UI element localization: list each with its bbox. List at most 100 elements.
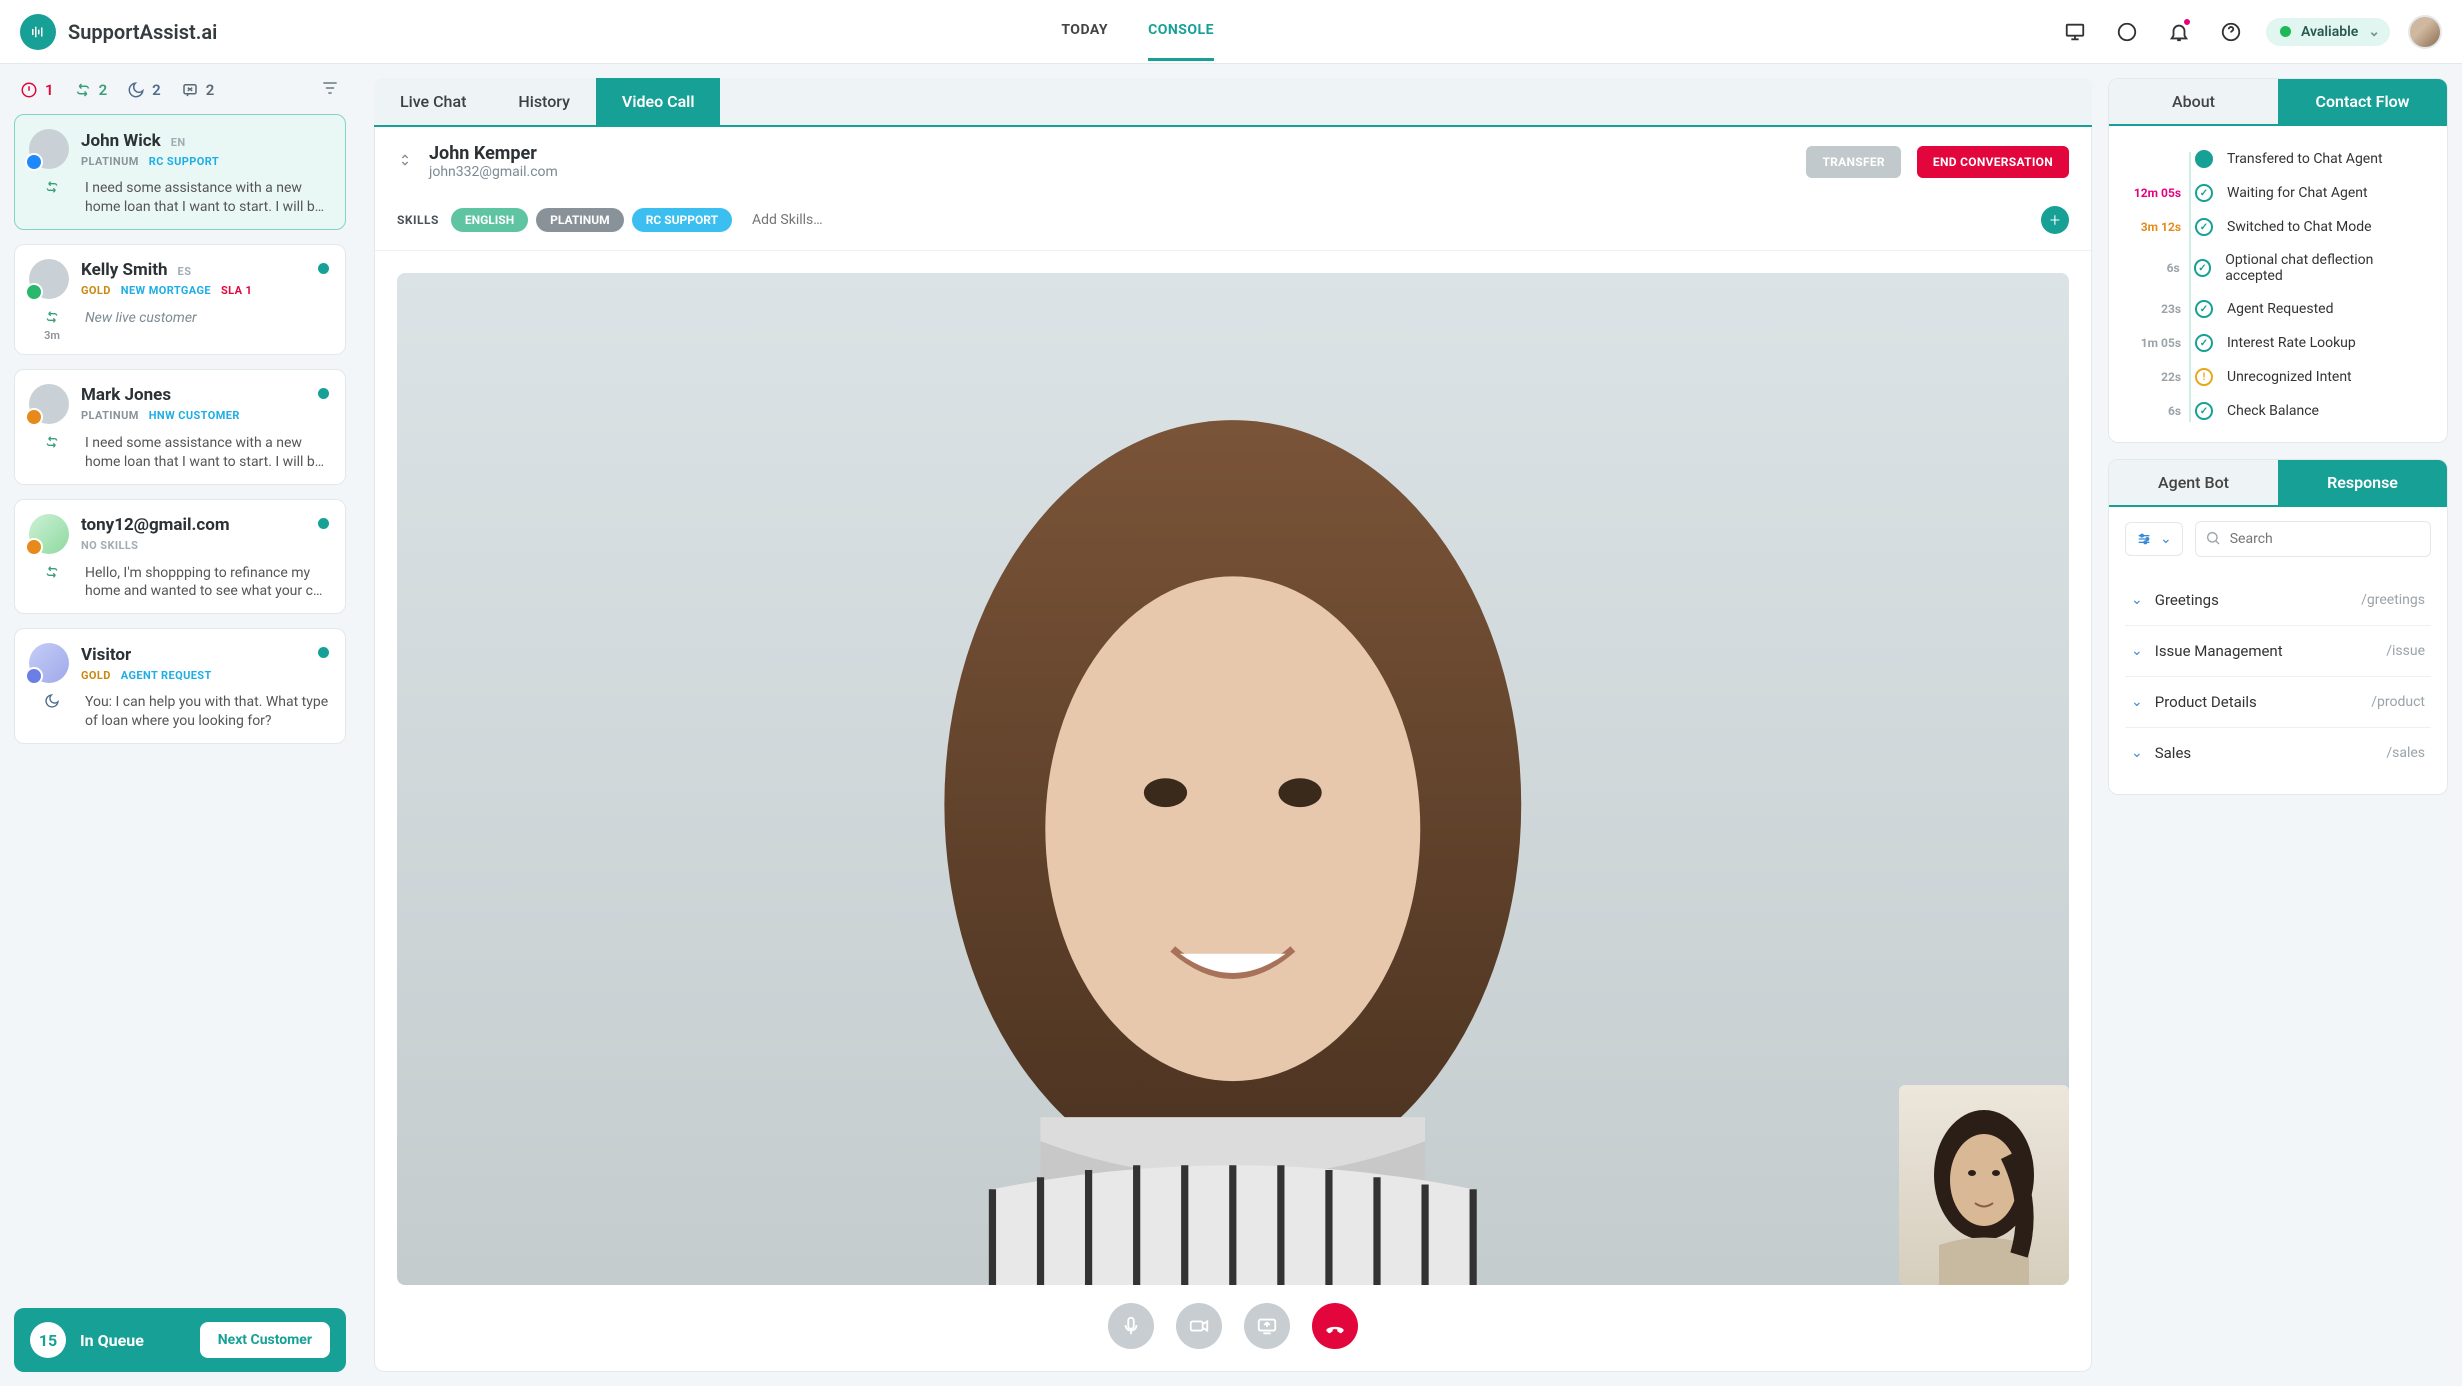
call-controls xyxy=(397,1303,2069,1349)
center-panel: Live Chat History Video Call John Kemper… xyxy=(374,78,2092,1372)
tab-response[interactable]: Response xyxy=(2278,460,2447,505)
tab-history[interactable]: History xyxy=(492,78,596,125)
contact-name: tony12@gmail.com xyxy=(81,515,230,535)
camera-button[interactable] xyxy=(1176,1303,1222,1349)
sidebar: 1 2 2 2 John WickEN PLATINUMRC SUPPORT I… xyxy=(0,64,360,1386)
filter-alert[interactable]: 1 xyxy=(20,81,54,99)
sidebar-filters: 1 2 2 2 xyxy=(14,78,346,114)
skills-row: SKILLS ENGLISHPLATINUMRC SUPPORT + xyxy=(375,196,2091,251)
skill-chip[interactable]: ENGLISH xyxy=(451,208,528,232)
unread-dot-icon xyxy=(318,263,329,274)
tag: NO SKILLS xyxy=(81,539,138,552)
chevron-down-icon: ⌄ xyxy=(2131,592,2143,608)
flow-dot-icon xyxy=(2195,368,2213,386)
transfer-button[interactable]: TRANSFER xyxy=(1806,146,1900,178)
main: Live Chat History Video Call John Kemper… xyxy=(360,64,2462,1386)
tag: HNW CUSTOMER xyxy=(149,409,240,422)
contact-name: John Kemper xyxy=(429,143,1790,164)
flow-item: 1m 05s Interest Rate Lookup xyxy=(2127,326,2429,360)
center-tabs: Live Chat History Video Call xyxy=(374,78,2092,127)
response-name: Product Details xyxy=(2155,693,2360,711)
response-item[interactable]: ⌄ Product Details /product xyxy=(2125,676,2431,727)
hangup-button[interactable] xyxy=(1312,1303,1358,1349)
video-main[interactable] xyxy=(397,273,2069,1285)
skill-chip[interactable]: PLATINUM xyxy=(536,208,624,232)
chevron-down-icon: ⌄ xyxy=(2368,24,2380,40)
contact-card[interactable]: Kelly SmithES GOLDNEW MORTGAGESLA 1 3m N… xyxy=(14,244,346,355)
filter-moon-count: 2 xyxy=(152,81,161,99)
expand-collapse-icon[interactable] xyxy=(397,150,413,174)
skill-chip[interactable]: RC SUPPORT xyxy=(632,208,732,232)
queue-label: In Queue xyxy=(80,1331,186,1350)
add-skill-button[interactable]: + xyxy=(2041,206,2069,234)
flow-dot-icon xyxy=(2194,259,2212,277)
flow-item: Transfered to Chat Agent xyxy=(2127,142,2429,176)
availability-selector[interactable]: Avaliable ⌄ xyxy=(2266,18,2390,46)
end-conversation-button[interactable]: END CONVERSATION xyxy=(1917,146,2069,178)
response-name: Greetings xyxy=(2155,591,2349,609)
contact-name: Kelly Smith xyxy=(81,260,168,280)
self-video-pip[interactable] xyxy=(1899,1085,2069,1285)
response-item[interactable]: ⌄ Sales /sales xyxy=(2125,727,2431,778)
contact-preview: New live customer xyxy=(85,309,331,342)
contact-card[interactable]: Visitor GOLDAGENT REQUEST You: I can hel… xyxy=(14,628,346,744)
flow-item: 22s Unrecognized Intent xyxy=(2127,360,2429,394)
filter-loop-count: 2 xyxy=(99,81,108,99)
contact-card[interactable]: John WickEN PLATINUMRC SUPPORT I need so… xyxy=(14,114,346,230)
next-customer-button[interactable]: Next Customer xyxy=(200,1322,330,1358)
flow-time: 6s xyxy=(2127,261,2180,275)
filter-loop[interactable]: 2 xyxy=(74,81,108,99)
add-skill-input[interactable] xyxy=(752,212,2029,228)
flow-label: Check Balance xyxy=(2227,403,2319,419)
contact-card[interactable]: tony12@gmail.com NO SKILLS Hello, I'm sh… xyxy=(14,499,346,615)
filter-x[interactable]: 2 xyxy=(181,81,215,99)
response-filter-button[interactable]: ⌄ xyxy=(2125,522,2183,556)
flow-time: 6s xyxy=(2127,404,2181,418)
mute-button[interactable] xyxy=(1108,1303,1154,1349)
tag: PLATINUM xyxy=(81,155,139,168)
flow-dot-icon xyxy=(2195,150,2213,168)
brand: SupportAssist.ai xyxy=(20,14,217,50)
response-item[interactable]: ⌄ Greetings /greetings xyxy=(2125,575,2431,625)
tab-contact-flow[interactable]: Contact Flow xyxy=(2278,79,2447,124)
contact-tags: NO SKILLS xyxy=(81,539,230,552)
tag: GOLD xyxy=(81,284,111,297)
chat-icon[interactable] xyxy=(2110,15,2144,49)
topbar: SupportAssist.ai TODAY CONSOLE Avaliable… xyxy=(0,0,2462,64)
tab-agent-bot[interactable]: Agent Bot xyxy=(2109,460,2278,505)
flow-time: 3m 12s xyxy=(2127,220,2181,234)
tab-about[interactable]: About xyxy=(2109,79,2278,124)
filter-moon[interactable]: 2 xyxy=(127,81,161,99)
center-content: John Kemper john332@gmail.com TRANSFER E… xyxy=(374,127,2092,1372)
response-item[interactable]: ⌄ Issue Management /issue xyxy=(2125,625,2431,676)
response-search-input[interactable] xyxy=(2195,521,2431,557)
video-area xyxy=(375,251,2091,1371)
tag: PLATINUM xyxy=(81,409,139,422)
contact-avatar xyxy=(29,514,69,554)
top-nav: TODAY CONSOLE xyxy=(245,2,2030,61)
contact-preview: I need some assistance with a new home l… xyxy=(85,179,331,217)
chevron-down-icon: ⌄ xyxy=(2131,694,2143,710)
contact-name: John Wick xyxy=(81,131,161,151)
status-dot-icon xyxy=(2280,26,2291,37)
availability-label: Avaliable xyxy=(2301,24,2358,40)
contact-card[interactable]: Mark Jones PLATINUMHNW CUSTOMER I need s… xyxy=(14,369,346,485)
help-icon[interactable] xyxy=(2214,15,2248,49)
tab-live-chat[interactable]: Live Chat xyxy=(374,78,492,125)
nav-today[interactable]: TODAY xyxy=(1061,2,1108,61)
response-name: Issue Management xyxy=(2155,642,2374,660)
response-list: ⌄ Greetings /greetings⌄ Issue Management… xyxy=(2109,571,2447,794)
tab-video-call[interactable]: Video Call xyxy=(596,78,721,125)
contact-name: Mark Jones xyxy=(81,385,171,405)
bell-icon[interactable] xyxy=(2162,15,2196,49)
flow-label: Waiting for Chat Agent xyxy=(2227,185,2368,201)
filter-settings-icon[interactable] xyxy=(320,78,340,102)
screen-icon[interactable] xyxy=(2058,15,2092,49)
tag: RC SUPPORT xyxy=(149,155,219,168)
contact-header: John Kemper john332@gmail.com TRANSFER E… xyxy=(375,127,2091,196)
share-button[interactable] xyxy=(1244,1303,1290,1349)
channel-badge-icon xyxy=(25,538,43,556)
flow-time: 12m 05s xyxy=(2127,186,2181,200)
profile-avatar[interactable] xyxy=(2408,15,2442,49)
nav-console[interactable]: CONSOLE xyxy=(1148,2,1214,61)
